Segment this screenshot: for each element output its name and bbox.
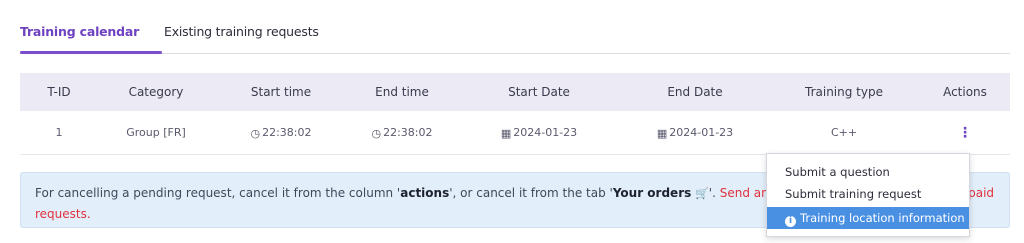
column-header-actions: Actions [943, 85, 987, 99]
cell-training-type: C++ [830, 126, 858, 139]
column-header-training-type: Training type [805, 85, 883, 99]
cell-start-date: ▦ 2024-01-23 [456, 126, 622, 140]
kebab-menu-icon[interactable]: ⋮ [958, 125, 972, 141]
actions-dropdown-menu: Submit a question Submit training reques… [766, 153, 970, 237]
menu-item-submit-training-request[interactable]: Submit training request [767, 183, 969, 205]
calendar-icon: ▦ [500, 126, 512, 140]
notice-your-orders: Your orders [612, 186, 692, 200]
cell-end-time: ◷ 22:38:02 [348, 126, 456, 140]
tab-bar: Training calendar Existing training requ… [20, 0, 1010, 54]
notice-text-3: '. [708, 186, 720, 200]
cell-actions: ⋮ [920, 125, 1010, 141]
cell-category: Group [FR] [126, 126, 186, 139]
tab-training-calendar[interactable]: Training calendar [20, 24, 139, 39]
cell-tid: 1 [55, 126, 63, 139]
column-header-tid: T-ID [47, 85, 71, 99]
notice-text-2: ', or cancel it from the tab ' [449, 186, 613, 200]
menu-item-label: Training location information [800, 211, 965, 225]
column-header-end-time: End time [375, 85, 429, 99]
training-table: T-ID Category Start time End time Start … [20, 73, 1010, 155]
notice-text-1: For cancelling a pending request, cancel… [35, 186, 401, 200]
info-icon: i [785, 216, 796, 227]
start-time-value: 22:38:02 [262, 125, 312, 139]
start-date-value: 2024-01-23 [513, 125, 578, 139]
end-time-value: 22:38:02 [383, 125, 433, 139]
table-row: 1 Group [FR] ◷ 22:38:02 ◷ 22:38:02 ▦ 2024-0… [20, 111, 1010, 155]
column-header-category: Category [128, 85, 184, 99]
column-header-start-time: Start time [250, 85, 312, 99]
table-header-row: T-ID Category Start time End time Start … [20, 73, 1010, 111]
cell-end-date: ▦ 2024-01-23 [622, 126, 768, 140]
menu-item-submit-question[interactable]: Submit a question [767, 161, 969, 183]
calendar-icon: ▦ [656, 126, 668, 140]
column-header-end-date: End Date [667, 85, 723, 99]
tab-existing-training-requests[interactable]: Existing training requests [164, 24, 319, 39]
column-header-start-date: Start Date [508, 85, 570, 99]
active-tab-indicator [20, 51, 162, 54]
cell-start-time: ◷ 22:38:02 [214, 126, 348, 140]
menu-item-training-location-information[interactable]: i Training location information [767, 207, 969, 229]
notice-actions-word: actions [400, 186, 450, 200]
cart-icon: 🛒 [695, 187, 709, 200]
end-date-value: 2024-01-23 [669, 125, 734, 139]
clock-icon: ◷ [250, 126, 261, 140]
clock-icon: ◷ [371, 126, 382, 140]
